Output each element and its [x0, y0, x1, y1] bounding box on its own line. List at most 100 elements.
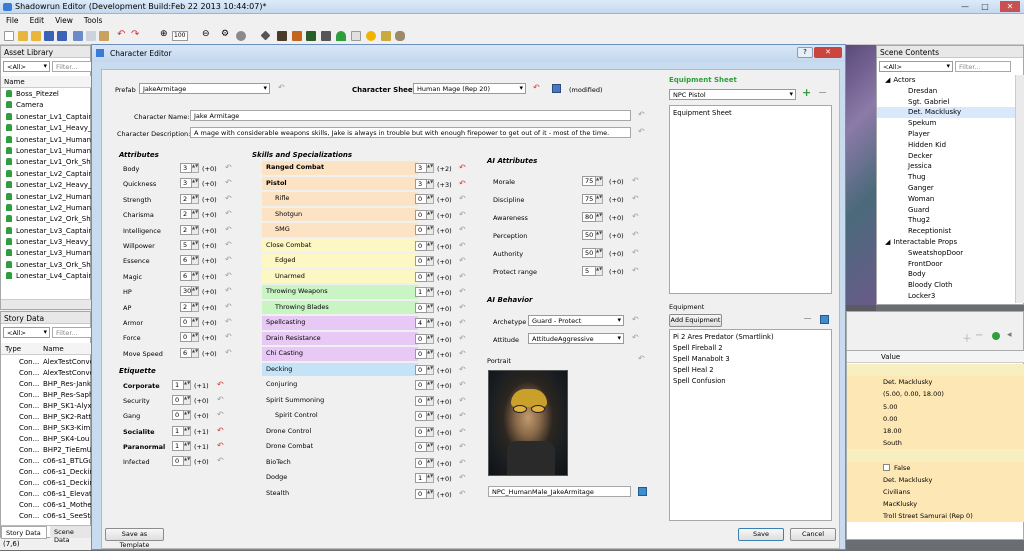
tab-story-data[interactable]: Story Data [1, 526, 47, 539]
tree-item[interactable]: Decker [877, 151, 1015, 162]
list-item[interactable]: Lonestar_Lv2_Ork_Sho [1, 214, 92, 225]
list-item[interactable]: Lonestar_Lv2_Human_ [1, 192, 92, 203]
list-item[interactable]: Lonestar_Lv2_Captain [1, 169, 92, 180]
story-filter-input[interactable]: Filter... [52, 327, 92, 338]
menu-file[interactable]: File [0, 14, 24, 25]
save-button[interactable]: Save [738, 528, 784, 541]
revert-icon[interactable]: ↶ [459, 334, 466, 343]
table-row[interactable]: Con... AlexTestConve [1, 368, 92, 379]
skill-spinbox[interactable]: 3 [415, 163, 427, 173]
tool-icon[interactable] [236, 31, 246, 41]
spin-arrows-icon[interactable]: ▲▼ [192, 347, 199, 358]
table-row[interactable]: Con... c06-s1_SeeStai [1, 511, 92, 522]
story-col-type[interactable]: Type [5, 345, 21, 353]
undo-icon[interactable]: ↶ [117, 29, 127, 40]
revert-icon[interactable]: ↶ [225, 178, 232, 187]
spin-arrows-icon[interactable]: ▲▼ [427, 163, 434, 173]
revert-icon[interactable]: ↶ [225, 332, 232, 341]
revert-icon[interactable]: ↶ [459, 427, 466, 436]
skill-spinbox[interactable]: 0 [415, 271, 427, 282]
spin-arrows-icon[interactable]: ▲▼ [427, 209, 434, 220]
list-item[interactable]: Lonestar_Lv3_Human_ [1, 248, 92, 259]
portrait-revert-icon[interactable]: ↶ [638, 354, 645, 363]
open-recent-icon[interactable] [31, 31, 41, 41]
ai-attr-spinbox[interactable]: 75 [582, 194, 596, 204]
stat-spinbox[interactable]: 5 [180, 240, 192, 250]
new-file-icon[interactable] [4, 31, 14, 41]
property-row[interactable]: False [847, 461, 1024, 474]
skill-spinbox[interactable]: 0 [415, 411, 427, 421]
ai-attr-spinbox[interactable]: 50 [582, 230, 596, 240]
add-equipment-button[interactable]: Add Equipment [669, 314, 722, 327]
skill-spinbox[interactable]: 0 [415, 426, 427, 437]
help-icon[interactable]: ? [797, 47, 813, 58]
spin-arrows-icon[interactable]: ▲▼ [184, 426, 191, 436]
skill-spinbox[interactable]: 0 [415, 240, 427, 251]
list-item[interactable]: Pi 2 Ares Predator (Smartlink) [673, 332, 828, 343]
region-tool-icon[interactable] [351, 31, 361, 41]
list-item[interactable]: Boss_Pitezel [1, 89, 92, 100]
spin-arrows-icon[interactable]: ▲▼ [427, 380, 434, 390]
tree-item[interactable]: Dresdan [877, 86, 1015, 97]
checkbox[interactable] [883, 463, 890, 471]
scene-viewport[interactable] [846, 45, 876, 305]
sheet-copy-icon[interactable] [552, 84, 561, 93]
tree-item[interactable]: Receptionist [877, 226, 1015, 237]
character-name-input[interactable]: Jake Armitage [190, 110, 631, 121]
stat-spinbox[interactable]: 0 [172, 410, 184, 420]
spin-arrows-icon[interactable]: ▲▼ [596, 194, 603, 204]
revert-icon[interactable]: ↶ [632, 194, 639, 203]
revert-icon[interactable]: ↶ [225, 163, 232, 172]
scene-filter-input[interactable]: Filter... [955, 61, 1011, 72]
list-item[interactable]: Lonestar_Lv2_Human_ [1, 203, 92, 214]
zoom-out-icon[interactable]: ⊖ [202, 29, 212, 39]
spin-arrows-icon[interactable]: ▲▼ [427, 178, 434, 189]
character-sheet-combo[interactable]: Human Mage (Rep 20) [413, 83, 526, 94]
list-item[interactable]: Lonestar_Lv2_Heavy_S [1, 180, 92, 191]
properties-column-value[interactable]: Value [847, 351, 1024, 363]
skill-spinbox[interactable]: 3 [415, 178, 427, 189]
spin-arrows-icon[interactable]: ▲▼ [427, 426, 434, 437]
revert-icon[interactable]: ↶ [632, 266, 639, 275]
skill-spinbox[interactable]: 1 [415, 473, 427, 483]
settings-icon[interactable]: ⚙ [221, 29, 231, 39]
spin-arrows-icon[interactable]: ▲▼ [192, 163, 199, 173]
list-item[interactable]: Lonestar_Lv1_Ork_Sho [1, 157, 92, 168]
desc-revert-icon[interactable]: ↶ [638, 127, 645, 136]
dialog-close-icon[interactable]: ✕ [814, 47, 842, 58]
skill-spinbox[interactable]: 0 [415, 488, 427, 499]
skill-spinbox[interactable]: 0 [415, 395, 427, 406]
revert-icon[interactable]: ↶ [225, 240, 232, 249]
spin-arrows-icon[interactable]: ▲▼ [596, 266, 603, 276]
table-row[interactable]: Con... c06-s1_BTLGuy [1, 456, 92, 467]
list-item[interactable]: Lonestar_Lv3_Heavy_S [1, 237, 92, 248]
remove-equipment-sheet-icon[interactable]: − [818, 86, 827, 99]
spin-arrows-icon[interactable]: ▲▼ [427, 457, 434, 468]
property-row[interactable]: (5.00, 0.00, 18.00) [847, 388, 1024, 401]
revert-icon[interactable]: ↶ [459, 194, 466, 203]
skill-spinbox[interactable]: 0 [415, 349, 427, 359]
cut-icon[interactable] [73, 31, 83, 41]
skill-spinbox[interactable]: 0 [415, 364, 427, 375]
list-item[interactable]: Camera [1, 100, 92, 111]
list-item[interactable]: Lonestar_Lv1_Heavy_S [1, 123, 92, 134]
list-item[interactable]: Spell Heal 2 [673, 365, 828, 376]
spin-arrows-icon[interactable]: ▲▼ [427, 442, 434, 452]
diamond-tool-icon[interactable] [260, 30, 271, 41]
tree-item[interactable]: Thug2 [877, 215, 1015, 226]
revert-icon[interactable]: ↶ [459, 396, 466, 405]
table-row[interactable]: Con... BHP_SK2-Ratta [1, 412, 92, 423]
revert-icon[interactable]: ↶ [459, 458, 466, 467]
asset-column-header[interactable]: Name [1, 76, 92, 88]
wall-tool-icon[interactable] [321, 31, 331, 41]
table-row[interactable]: Con... BHP_SK4-Lou [1, 434, 92, 445]
asset-filter-input[interactable]: Filter... [52, 61, 92, 72]
trigger-tool-icon[interactable] [395, 31, 405, 41]
revert-icon[interactable]: ↶ [459, 349, 466, 358]
zoom-in-icon[interactable]: ⊕ [160, 29, 170, 39]
revert-icon[interactable]: ↶ [217, 410, 224, 419]
list-item[interactable]: Lonestar_Lv3_Captain [1, 226, 92, 237]
revert-icon[interactable]: ↶ [225, 286, 232, 295]
spin-arrows-icon[interactable]: ▲▼ [427, 333, 434, 344]
spin-arrows-icon[interactable]: ▲▼ [192, 178, 199, 189]
